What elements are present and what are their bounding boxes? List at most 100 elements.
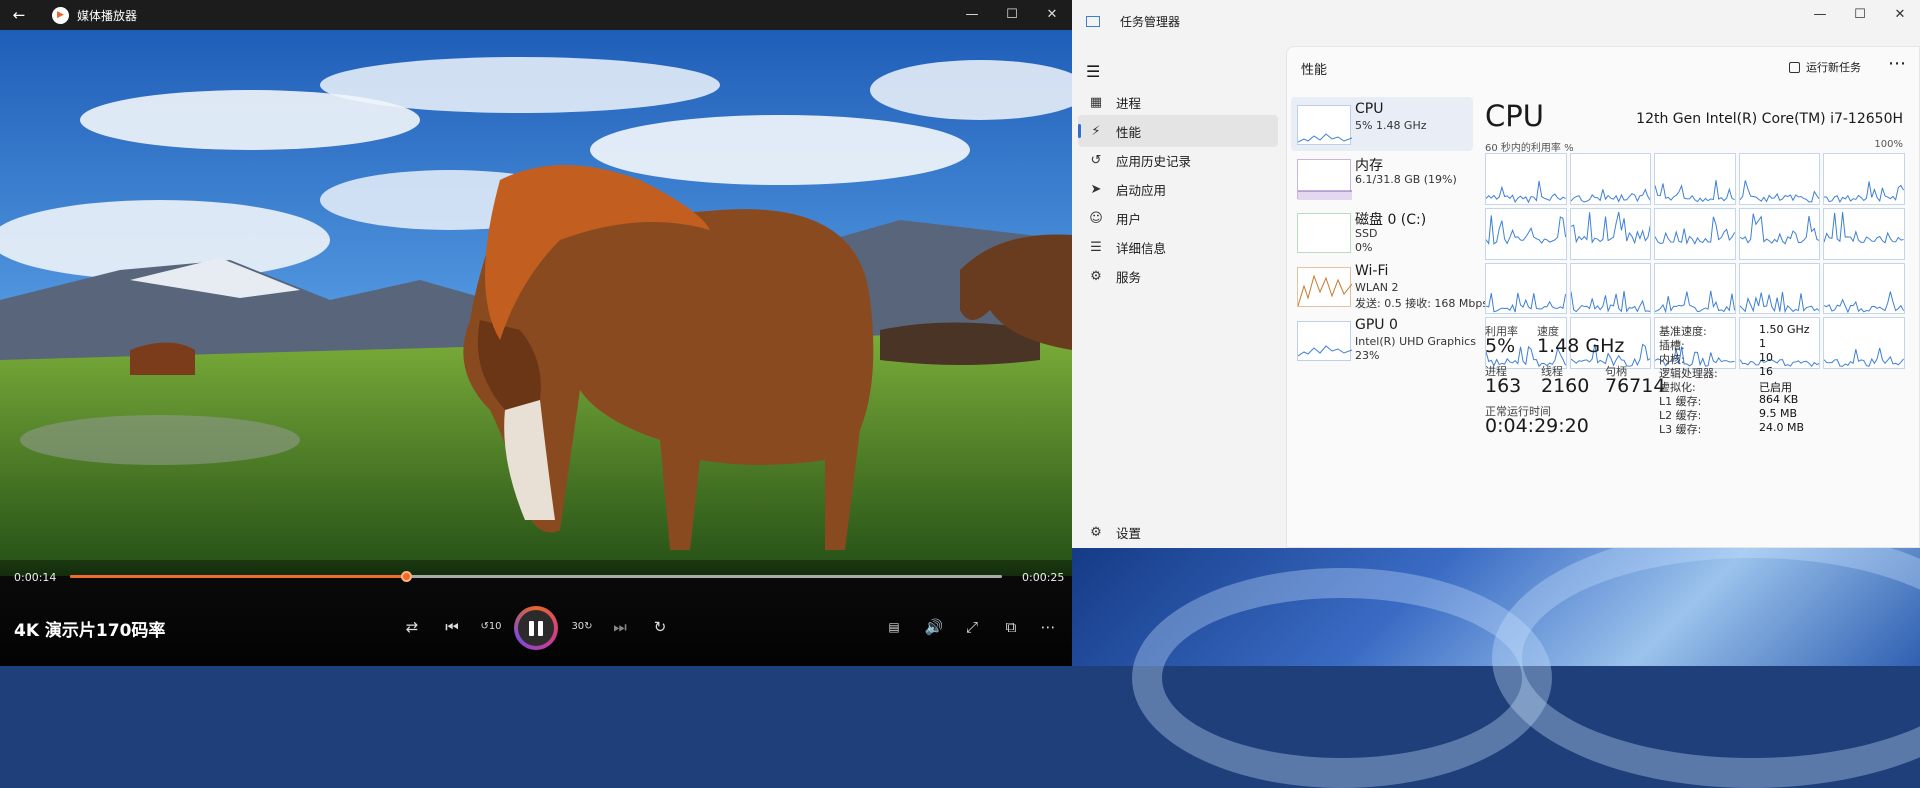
more-icon[interactable]: ⋯ — [1036, 616, 1060, 638]
current-time: 0:00:14 — [14, 571, 57, 584]
spec-value: 9.5 MB — [1759, 407, 1798, 420]
spec-value: 1 — [1759, 337, 1766, 350]
core-graph — [1485, 207, 1567, 260]
nav-users[interactable]: ☺ 用户 — [1078, 202, 1278, 234]
maximize-icon[interactable]: ☐ — [992, 0, 1032, 30]
spec-label: L3 缓存: — [1659, 423, 1702, 436]
core-graph — [1569, 153, 1652, 205]
previous-icon[interactable]: ⏮ — [440, 616, 464, 638]
device-gpu[interactable]: GPU 0 Intel(R) UHD Graphics 23% — [1291, 313, 1476, 367]
player-title: 媒体播放器 — [77, 8, 138, 23]
minimize-icon[interactable]: — — [952, 0, 992, 30]
close-icon[interactable]: ✕ — [1880, 0, 1920, 30]
player-titlebar: ← ▶ 媒体播放器 — ☐ ✕ — [0, 0, 1072, 30]
graph-label: 60 秒内的利用率 % — [1485, 143, 1574, 154]
nav-label: 设置 — [1116, 525, 1142, 541]
nav-startup[interactable]: ➤ 启动应用 — [1078, 173, 1278, 205]
device-disk[interactable]: 磁盘 0 (C:) SSD 0% — [1291, 205, 1473, 259]
seek-bar[interactable] — [70, 571, 1002, 582]
task-manager-icon — [1086, 15, 1100, 27]
performance-panel: 性能 运行新任务 ⋯ CPU 5% 1.48 GHz 内存 6.1/31.8 G… — [1286, 46, 1920, 548]
core-graph — [1823, 317, 1905, 369]
device-detail: 0% — [1355, 241, 1373, 254]
volume-icon[interactable]: 🔊 — [922, 616, 946, 638]
core-graph — [1654, 207, 1736, 260]
pause-icon — [518, 610, 554, 646]
repeat-off-icon[interactable]: ↻ — [648, 616, 672, 638]
device-name: 磁盘 0 (C:) — [1355, 212, 1427, 228]
seek-progress — [70, 575, 406, 578]
uptime-value: 0:04:29:20 — [1485, 415, 1589, 437]
cpu-heading: CPU — [1485, 99, 1544, 133]
nav-label: 详细信息 — [1116, 240, 1167, 256]
maximize-icon[interactable]: ☐ — [1840, 0, 1880, 30]
cpu-model: 12th Gen Intel(R) Core(TM) i7-12650H — [1636, 111, 1903, 127]
speed-value: 1.48 GHz — [1537, 335, 1625, 357]
run-new-task-button[interactable]: 运行新任务 — [1789, 59, 1861, 75]
video-frame[interactable] — [0, 30, 1072, 576]
horse-video-image — [0, 30, 1072, 576]
core-graph — [1823, 207, 1905, 260]
nav-label: 应用历史记录 — [1116, 153, 1192, 169]
device-name: Wi-Fi — [1355, 263, 1389, 279]
nav-services[interactable]: ⚙ 服务 — [1078, 260, 1278, 292]
nav-processes[interactable]: ▦ 进程 — [1078, 86, 1278, 118]
nav-label: 启动应用 — [1116, 182, 1167, 198]
wallpaper-swirl — [1132, 568, 1552, 788]
nav-label: 用户 — [1116, 211, 1142, 227]
forward-30-icon[interactable]: 30↻ — [570, 616, 594, 638]
nav-settings[interactable]: ⚙ 设置 — [1078, 516, 1278, 548]
spec-value: 864 KB — [1759, 393, 1799, 406]
wallpaper-swirl — [1492, 528, 1920, 788]
memory-sparkline — [1297, 159, 1352, 200]
core-graph — [1654, 262, 1736, 315]
performance-icon: ⚡ — [1091, 123, 1101, 139]
shuffle-icon[interactable]: ⇄ — [400, 616, 424, 638]
rewind-10-icon[interactable]: ↺10 — [479, 616, 503, 638]
run-task-label: 运行新任务 — [1806, 61, 1861, 74]
device-name: CPU — [1355, 101, 1384, 117]
spec-value: 16 — [1759, 365, 1773, 378]
settings-icon: ⚙ — [1090, 524, 1102, 540]
minimize-icon[interactable]: — — [1800, 0, 1840, 30]
graph-max: 100% — [1874, 139, 1903, 150]
nav-app-history[interactable]: ↺ 应用历史记录 — [1078, 144, 1278, 176]
subtitles-icon[interactable]: ▤ — [882, 616, 906, 638]
fullscreen-icon[interactable]: ⤢ — [960, 616, 984, 638]
nav-details[interactable]: ☰ 详细信息 — [1078, 231, 1278, 263]
device-name: GPU 0 — [1355, 317, 1398, 333]
taskmgr-titlebar: 任务管理器 — ☐ ✕ — [1072, 0, 1920, 42]
util-value: 5% — [1485, 335, 1516, 357]
seek-handle[interactable] — [400, 571, 412, 582]
device-detail: Intel(R) UHD Graphics — [1355, 335, 1476, 348]
next-icon[interactable]: ⏭ — [608, 616, 632, 638]
task-manager-window: 任务管理器 — ☐ ✕ ☰ ▦ 进程 ⚡ 性能 ↺ 应用历史记录 ➤ 启动应用 ☺ 用户 … — [1072, 0, 1920, 548]
mini-player-icon[interactable]: ⧉ — [999, 616, 1023, 638]
pause-button[interactable] — [514, 606, 558, 650]
device-wifi[interactable]: Wi-Fi WLAN 2 发送: 0.5 接收: 168 Mbps — [1291, 259, 1488, 313]
core-graph — [1823, 262, 1905, 315]
device-detail: 发送: 0.5 接收: 168 Mbps — [1355, 297, 1489, 310]
device-detail: WLAN 2 — [1355, 281, 1399, 294]
core-graph — [1738, 262, 1821, 315]
cpu-sparkline — [1297, 105, 1353, 145]
more-options-icon[interactable]: ⋯ — [1888, 53, 1907, 74]
handle-value: 76714 — [1605, 375, 1666, 397]
close-icon[interactable]: ✕ — [1032, 0, 1072, 30]
back-icon[interactable]: ← — [0, 6, 38, 24]
nav-label: 性能 — [1116, 124, 1142, 140]
hamburger-menu-icon[interactable]: ☰ — [1086, 62, 1100, 81]
spec-value: 24.0 MB — [1759, 421, 1805, 434]
core-graph — [1823, 153, 1905, 205]
core-graph — [1485, 153, 1567, 205]
device-cpu[interactable]: CPU 5% 1.48 GHz — [1291, 97, 1473, 151]
device-memory[interactable]: 内存 6.1/31.8 GB (19%) — [1291, 151, 1473, 205]
device-detail: 5% 1.48 GHz — [1355, 119, 1427, 132]
core-graph — [1485, 262, 1567, 315]
nav-performance[interactable]: ⚡ 性能 — [1078, 115, 1278, 147]
nav-label: 进程 — [1116, 95, 1142, 111]
page-title: 性能 — [1301, 63, 1328, 78]
media-player-window: ← ▶ 媒体播放器 — ☐ ✕ 0:00:14 0:00:25 4K 演示片17… — [0, 0, 1072, 666]
gpu-sparkline — [1297, 321, 1353, 361]
startup-icon: ➤ — [1090, 181, 1102, 197]
